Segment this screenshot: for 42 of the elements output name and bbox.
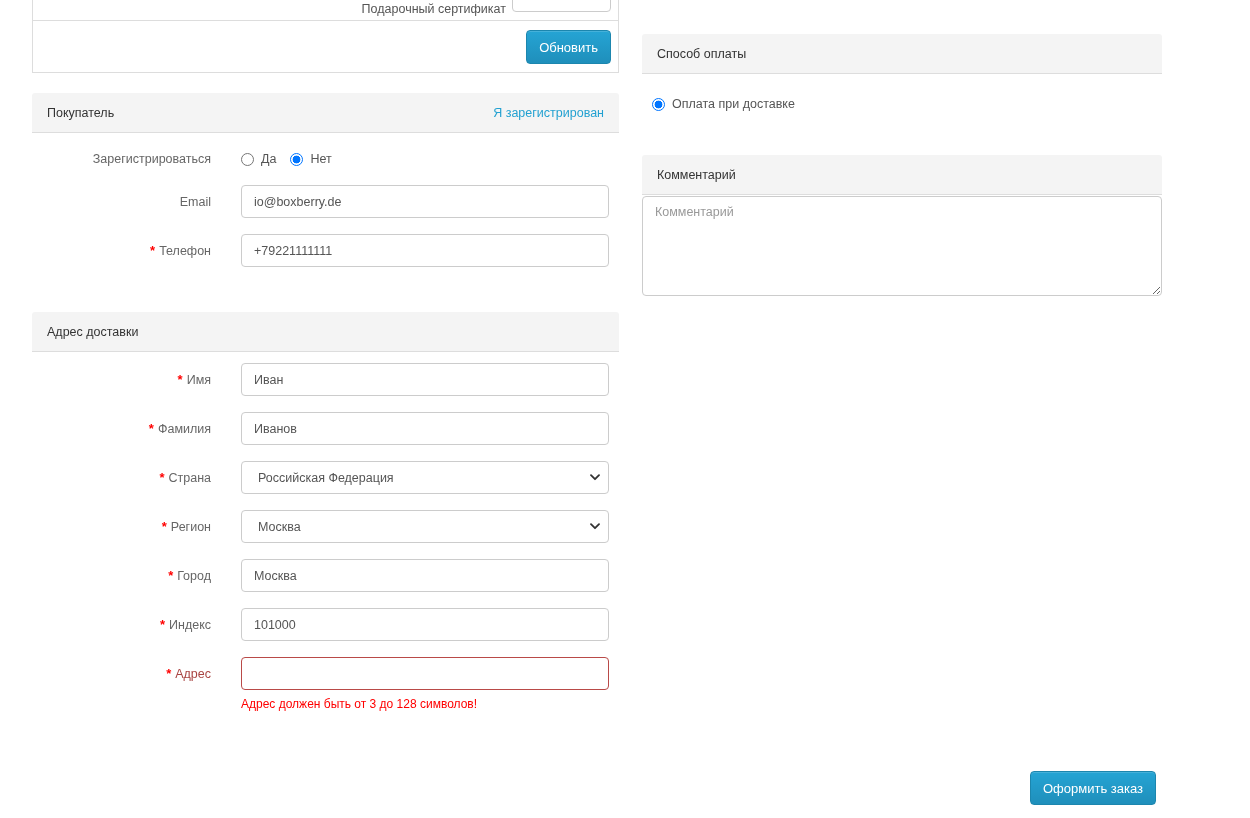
comment-field[interactable]: Комментарий (642, 196, 1162, 296)
select-field[interactable]: Москва (241, 510, 609, 543)
text-field[interactable] (241, 657, 609, 690)
required-mark: * (166, 666, 172, 681)
field-label: Страна (168, 470, 211, 485)
radio-label: Да (261, 152, 277, 166)
radio-label: Нет (310, 152, 332, 166)
required-mark: * (150, 243, 156, 258)
field-label: Подарочный сертификат (361, 2, 506, 16)
field-label: Телефон (159, 243, 211, 258)
radio-button[interactable] (241, 152, 254, 166)
error-message: Адрес должен быть от 3 до 128 символов! (241, 697, 479, 711)
section-title: Адрес доставки (47, 324, 139, 339)
field-label: Регион (170, 519, 211, 534)
text-field[interactable]: io@boxberry.de (241, 185, 609, 218)
text-field[interactable]: Иван (241, 363, 609, 396)
required-mark: * (159, 470, 165, 485)
field-label: Город (177, 568, 211, 583)
field-label: Фамилия (157, 421, 211, 436)
field-label: Адрес (175, 666, 211, 681)
required-mark: * (177, 372, 183, 387)
text-field[interactable]: 101000 (241, 608, 609, 641)
section-title: Покупатель (47, 105, 115, 120)
radio-label: Оплата при доставке (672, 97, 795, 111)
required-mark: * (148, 421, 154, 436)
section-title: Способ оплаты (657, 46, 747, 61)
radio-button[interactable] (290, 152, 304, 166)
select-field[interactable]: Российская Федерация (241, 461, 609, 494)
chevron-down-icon (590, 474, 600, 481)
text-field[interactable]: +79221111111 (241, 234, 609, 267)
field-label: Email (179, 194, 211, 209)
required-mark: * (168, 568, 174, 583)
field-label: Индекс (169, 617, 211, 632)
radio-button[interactable] (652, 97, 665, 111)
section-title: Комментарий (657, 167, 736, 182)
field-label: Имя (186, 372, 211, 387)
required-mark: * (161, 519, 167, 534)
text-field[interactable]: Москва (241, 559, 609, 592)
required-mark: * (159, 617, 165, 632)
chevron-down-icon (590, 523, 600, 530)
field-label: Зарегистрироваться (92, 152, 211, 166)
text-field[interactable]: Иванов (241, 412, 609, 445)
